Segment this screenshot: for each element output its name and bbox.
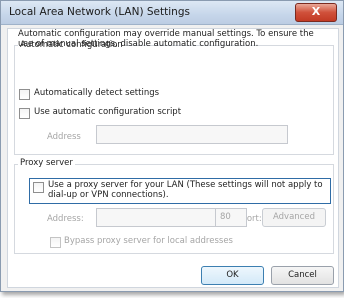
script-address-input[interactable] <box>96 125 288 144</box>
automatic-configuration-description: Automatic configuration may override man… <box>18 29 314 49</box>
bypass-local-checkbox[interactable] <box>50 237 61 248</box>
use-config-script-label[interactable]: Use automatic configuration script <box>34 107 181 117</box>
title-bar[interactable]: Local Area Network (LAN) Settings X <box>1 1 343 25</box>
close-icon: X <box>311 5 321 18</box>
script-address-label: Address <box>47 132 81 142</box>
proxy-port-input[interactable]: 80 <box>215 208 247 227</box>
automatically-detect-label[interactable]: Automatically detect settings <box>34 88 159 98</box>
dialog-title: Local Area Network (LAN) Settings <box>9 6 190 18</box>
use-proxy-checkbox[interactable] <box>33 182 44 193</box>
bypass-local-label[interactable]: Bypass proxy server for local addresses <box>64 236 233 246</box>
automatically-detect-checkbox[interactable] <box>19 89 30 100</box>
use-config-script-checkbox[interactable] <box>19 108 30 119</box>
proxy-address-input[interactable] <box>96 208 229 227</box>
lan-settings-dialog: Local Area Network (LAN) Settings X Auto… <box>0 0 344 292</box>
proxy-port-value: 80 <box>220 212 231 222</box>
proxy-address-label: Address: <box>47 214 84 224</box>
close-button[interactable]: X <box>295 3 337 22</box>
cancel-button[interactable]: Cancel <box>271 266 334 285</box>
ok-button[interactable]: OK <box>201 266 264 285</box>
use-proxy-label[interactable]: Use a proxy server for your LAN (These s… <box>48 180 328 200</box>
advanced-button[interactable]: Advanced <box>262 208 326 227</box>
proxy-server-title: Proxy server <box>18 158 75 168</box>
